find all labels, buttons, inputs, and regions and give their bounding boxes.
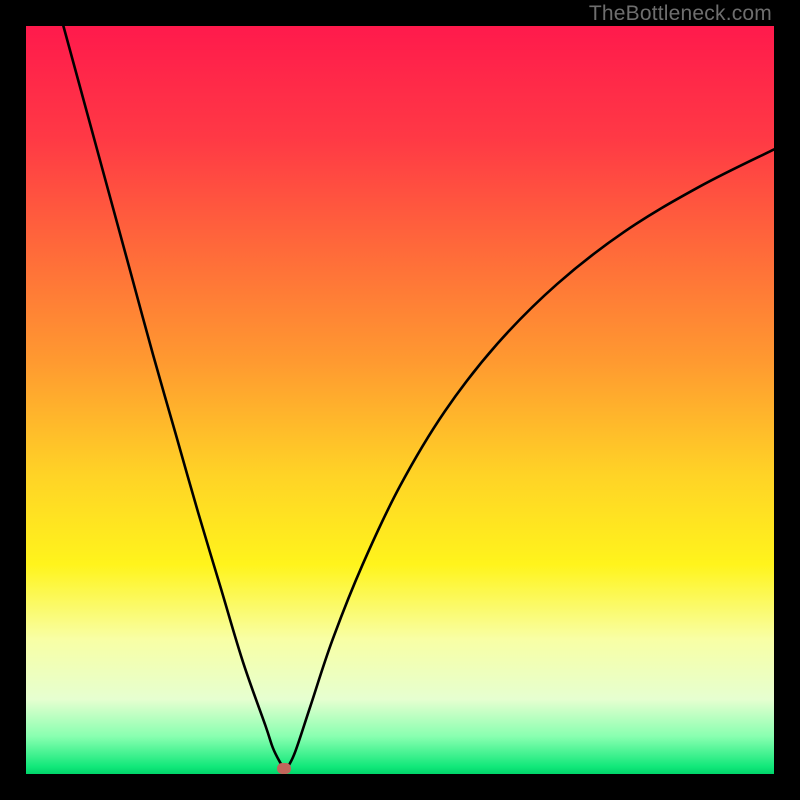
watermark-text: TheBottleneck.com	[589, 2, 772, 26]
bottleneck-curve	[26, 26, 774, 774]
chart-frame: TheBottleneck.com	[0, 0, 800, 800]
plot-area	[26, 26, 774, 774]
bottleneck-marker	[277, 763, 291, 774]
